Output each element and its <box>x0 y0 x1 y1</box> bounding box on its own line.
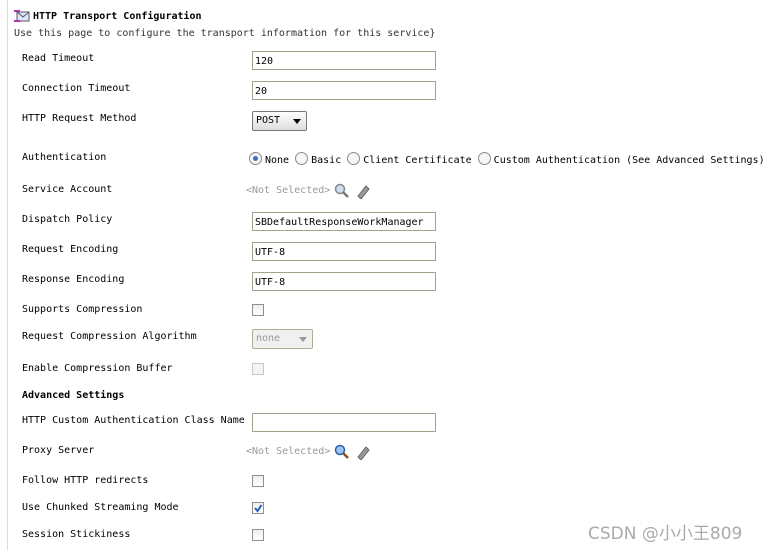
read-timeout-input[interactable]: 120 <box>252 51 436 70</box>
proxy-server-value: <Not Selected> <box>246 446 331 457</box>
radio-custom-authentication[interactable]: Custom Authentication (See Advanced Sett… <box>477 152 765 166</box>
advanced-settings-heading: Advanced Settings <box>22 390 125 401</box>
page-title: HTTP Transport Configuration <box>33 11 202 22</box>
session-stickiness-label: Session Stickiness <box>22 529 131 540</box>
compression-buffer-checkbox[interactable] <box>252 363 264 375</box>
chevron-down-icon <box>299 337 307 342</box>
left-edge <box>0 0 8 550</box>
radio-basic[interactable]: Basic <box>295 152 341 166</box>
request-encoding-label: Request Encoding <box>22 244 119 255</box>
compression-algorithm-select[interactable]: none <box>252 329 313 349</box>
eraser-icon[interactable] <box>355 183 371 199</box>
authentication-label: Authentication <box>22 152 107 163</box>
read-timeout-label: Read Timeout <box>22 53 95 64</box>
request-method-select[interactable]: POST <box>252 111 307 131</box>
checkmark-icon <box>254 504 263 513</box>
custom-auth-class-label: HTTP Custom Authentication Class Name <box>22 415 245 426</box>
proxy-server-label: Proxy Server <box>22 445 95 456</box>
compression-buffer-label: Enable Compression Buffer <box>22 363 173 374</box>
radio-client-certificate[interactable]: Client Certificate <box>347 152 472 166</box>
session-stickiness-checkbox[interactable] <box>252 529 264 541</box>
eraser-icon[interactable] <box>355 444 371 460</box>
follow-redirects-label: Follow HTTP redirects <box>22 475 149 486</box>
connection-timeout-label: Connection Timeout <box>22 83 131 94</box>
radio-none[interactable]: None <box>249 152 289 166</box>
search-icon[interactable] <box>334 444 350 460</box>
chunked-streaming-label: Use Chunked Streaming Mode <box>22 502 179 513</box>
supports-compression-label: Supports Compression <box>22 304 143 315</box>
custom-auth-class-input[interactable] <box>252 413 436 432</box>
request-encoding-input[interactable]: UTF-8 <box>252 242 436 261</box>
authentication-radio-group: None Basic Client Certificate Custom Aut… <box>249 152 765 166</box>
follow-redirects-checkbox[interactable] <box>252 475 264 487</box>
service-account-value: <Not Selected> <box>246 185 331 196</box>
page-description: Use this page to configure the transport… <box>14 28 436 39</box>
service-account-label: Service Account <box>22 184 113 195</box>
compression-algorithm-value: none <box>256 333 281 344</box>
request-method-label: HTTP Request Method <box>22 113 137 124</box>
connection-timeout-input[interactable]: 20 <box>252 81 436 100</box>
dispatch-policy-label: Dispatch Policy <box>22 214 113 225</box>
response-encoding-input[interactable]: UTF-8 <box>252 272 436 291</box>
transport-icon <box>14 10 30 22</box>
dispatch-policy-input[interactable]: SBDefaultResponseWorkManager <box>252 212 436 231</box>
compression-algorithm-label: Request Compression Algorithm <box>22 331 197 342</box>
search-icon[interactable] <box>334 183 350 199</box>
watermark: CSDN @小小王809 <box>588 524 743 544</box>
chevron-down-icon <box>293 119 301 124</box>
chunked-streaming-checkbox[interactable] <box>252 502 264 514</box>
request-method-value: POST <box>256 115 281 126</box>
supports-compression-checkbox[interactable] <box>252 304 264 316</box>
response-encoding-label: Response Encoding <box>22 274 125 285</box>
